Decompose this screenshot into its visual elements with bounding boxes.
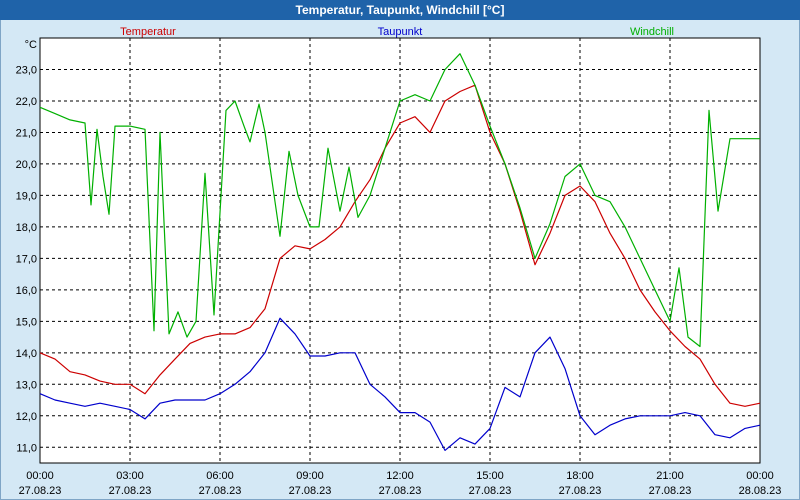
x-tick-date: 27.08.23 [199,485,242,497]
x-tick-date: 27.08.23 [109,485,152,497]
x-tick-time: 00:00 [746,470,774,482]
y-tick-label: 14,0 [16,348,37,360]
y-tick-label: 13,0 [16,379,37,391]
x-tick-time: 00:00 [26,470,54,482]
x-tick-date: 27.08.23 [649,485,692,497]
y-tick-label: 22,0 [16,96,37,108]
x-tick-time: 15:00 [476,470,504,482]
legend-windchill: Windchill [630,26,674,38]
x-tick-time: 09:00 [296,470,324,482]
legend-taupunkt: Taupunkt [378,26,423,38]
y-tick-label: 23,0 [16,64,37,76]
y-tick-label: 12,0 [16,411,37,423]
x-tick-time: 03:00 [116,470,144,482]
x-tick-time: 12:00 [386,470,414,482]
y-tick-label: 16,0 [16,285,37,297]
y-tick-label: 21,0 [16,127,37,139]
x-tick-date: 27.08.23 [379,485,422,497]
x-tick-date: 28.08.23 [739,485,782,497]
x-tick-date: 27.08.23 [559,485,602,497]
y-tick-label: 17,0 [16,253,37,265]
y-tick-label: 20,0 [16,159,37,171]
y-tick-label: 19,0 [16,190,37,202]
y-tick-label: 15,0 [16,316,37,328]
x-tick-date: 27.08.23 [469,485,512,497]
x-tick-time: 21:00 [656,470,684,482]
legend-temperatur: Temperatur [120,26,176,38]
chart-canvas: 11,0 12,0 13,0 14,0 15,0 16,0 17,0 18,0 19,0 20,0… [16,26,782,497]
x-tick-time: 06:00 [206,470,234,482]
x-tick-date: 27.08.23 [19,485,62,497]
y-axis-unit-label: °C [25,39,37,51]
y-tick-label: 11,0 [16,442,37,454]
x-tick-date: 27.08.23 [289,485,332,497]
y-tick-label: 18,0 [16,222,37,234]
x-tick-time: 18:00 [566,470,594,482]
